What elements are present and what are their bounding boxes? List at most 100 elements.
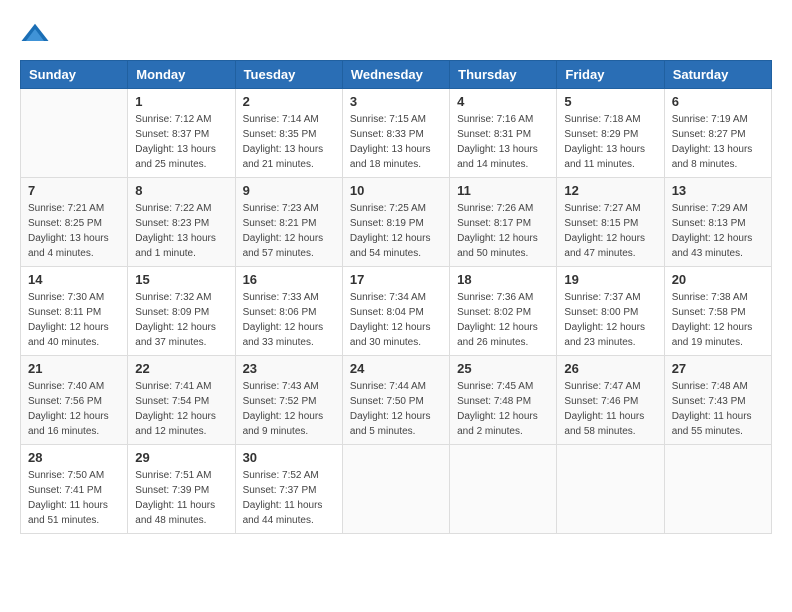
day-number: 15	[135, 272, 227, 287]
calendar-cell: 12Sunrise: 7:27 AMSunset: 8:15 PMDayligh…	[557, 178, 664, 267]
day-number: 6	[672, 94, 764, 109]
calendar-cell: 15 Sunrise: 7:32 AMSunset: 8:09 PMDayligh…	[128, 267, 235, 356]
day-number: 11	[457, 183, 549, 198]
day-info: Sunrise: 7:44 AMSunset: 7:50 PMDaylight:…	[350, 379, 442, 439]
day-number: 10	[350, 183, 442, 198]
calendar-header-monday: Monday	[128, 61, 235, 89]
calendar-cell	[21, 89, 128, 178]
day-number: 13	[672, 183, 764, 198]
calendar-cell: 14 Sunrise: 7:30 AMSunset: 8:11 PMDayligh…	[21, 267, 128, 356]
day-info: Sunrise: 7:14 AMSunset: 8:35 PMDaylight:…	[243, 112, 335, 172]
day-info: Sunrise: 7:29 AMSunset: 8:13 PMDaylight:…	[672, 201, 764, 261]
calendar-cell: 16 Sunrise: 7:33 AMSunset: 8:06 PMDayligh…	[235, 267, 342, 356]
calendar-cell	[664, 445, 771, 534]
calendar-header-saturday: Saturday	[664, 61, 771, 89]
day-number: 17	[350, 272, 442, 287]
calendar-cell: 24Sunrise: 7:44 AMSunset: 7:50 PMDayligh…	[342, 356, 449, 445]
day-info: Sunrise: 7:33 AMSunset: 8:06 PMDaylight:…	[243, 290, 335, 350]
calendar-week-row: 28 Sunrise: 7:50 AMSunset: 7:41 PMDayligh…	[21, 445, 772, 534]
calendar-cell: 11 Sunrise: 7:26 AMSunset: 8:17 PMDayligh…	[450, 178, 557, 267]
day-info: Sunrise: 7:16 AMSunset: 8:31 PMDaylight:…	[457, 112, 549, 172]
day-number: 22	[135, 361, 227, 376]
day-info: Sunrise: 7:45 AMSunset: 7:48 PMDaylight:…	[457, 379, 549, 439]
day-info: Sunrise: 7:43 AMSunset: 7:52 PMDaylight:…	[243, 379, 335, 439]
calendar-cell	[557, 445, 664, 534]
day-info: Sunrise: 7:19 AMSunset: 8:27 PMDaylight:…	[672, 112, 764, 172]
day-number: 14	[28, 272, 120, 287]
calendar-cell: 8 Sunrise: 7:22 AMSunset: 8:23 PMDaylight…	[128, 178, 235, 267]
calendar-header-wednesday: Wednesday	[342, 61, 449, 89]
calendar-table: SundayMondayTuesdayWednesdayThursdayFrid…	[20, 60, 772, 534]
calendar-cell: 19Sunrise: 7:37 AMSunset: 8:00 PMDayligh…	[557, 267, 664, 356]
day-info: Sunrise: 7:25 AMSunset: 8:19 PMDaylight:…	[350, 201, 442, 261]
day-number: 2	[243, 94, 335, 109]
calendar-cell: 5 Sunrise: 7:18 AMSunset: 8:29 PMDaylight…	[557, 89, 664, 178]
day-number: 20	[672, 272, 764, 287]
calendar-cell: 21Sunrise: 7:40 AMSunset: 7:56 PMDayligh…	[21, 356, 128, 445]
day-number: 26	[564, 361, 656, 376]
day-number: 29	[135, 450, 227, 465]
calendar-cell: 28 Sunrise: 7:50 AMSunset: 7:41 PMDayligh…	[21, 445, 128, 534]
logo	[20, 20, 54, 50]
calendar-cell: 7 Sunrise: 7:21 AMSunset: 8:25 PMDaylight…	[21, 178, 128, 267]
calendar-cell: 20 Sunrise: 7:38 AMSunset: 7:58 PMDayligh…	[664, 267, 771, 356]
calendar-cell: 29Sunrise: 7:51 AMSunset: 7:39 PMDayligh…	[128, 445, 235, 534]
calendar-cell	[450, 445, 557, 534]
calendar-cell: 13 Sunrise: 7:29 AMSunset: 8:13 PMDayligh…	[664, 178, 771, 267]
day-info: Sunrise: 7:52 AMSunset: 7:37 PMDaylight:…	[243, 468, 335, 528]
day-number: 9	[243, 183, 335, 198]
calendar-week-row: 1 Sunrise: 7:12 AMSunset: 8:37 PMDaylight…	[21, 89, 772, 178]
day-number: 7	[28, 183, 120, 198]
calendar-week-row: 7 Sunrise: 7:21 AMSunset: 8:25 PMDaylight…	[21, 178, 772, 267]
calendar-cell: 1 Sunrise: 7:12 AMSunset: 8:37 PMDaylight…	[128, 89, 235, 178]
calendar-cell: 17 Sunrise: 7:34 AMSunset: 8:04 PMDayligh…	[342, 267, 449, 356]
day-number: 8	[135, 183, 227, 198]
day-info: Sunrise: 7:38 AMSunset: 7:58 PMDaylight:…	[672, 290, 764, 350]
calendar-cell	[342, 445, 449, 534]
day-number: 18	[457, 272, 549, 287]
day-info: Sunrise: 7:15 AMSunset: 8:33 PMDaylight:…	[350, 112, 442, 172]
calendar-week-row: 21Sunrise: 7:40 AMSunset: 7:56 PMDayligh…	[21, 356, 772, 445]
day-number: 30	[243, 450, 335, 465]
day-info: Sunrise: 7:47 AMSunset: 7:46 PMDaylight:…	[564, 379, 656, 439]
calendar-cell: 18 Sunrise: 7:36 AMSunset: 8:02 PMDayligh…	[450, 267, 557, 356]
calendar-header-tuesday: Tuesday	[235, 61, 342, 89]
day-info: Sunrise: 7:50 AMSunset: 7:41 PMDaylight:…	[28, 468, 120, 528]
day-number: 1	[135, 94, 227, 109]
calendar-cell: 27Sunrise: 7:48 AMSunset: 7:43 PMDayligh…	[664, 356, 771, 445]
logo-icon	[20, 20, 50, 50]
calendar-cell: 26 Sunrise: 7:47 AMSunset: 7:46 PMDayligh…	[557, 356, 664, 445]
day-number: 25	[457, 361, 549, 376]
day-info: Sunrise: 7:22 AMSunset: 8:23 PMDaylight:…	[135, 201, 227, 261]
day-number: 28	[28, 450, 120, 465]
calendar-cell: 3Sunrise: 7:15 AMSunset: 8:33 PMDaylight…	[342, 89, 449, 178]
day-info: Sunrise: 7:27 AMSunset: 8:15 PMDaylight:…	[564, 201, 656, 261]
day-info: Sunrise: 7:26 AMSunset: 8:17 PMDaylight:…	[457, 201, 549, 261]
day-info: Sunrise: 7:48 AMSunset: 7:43 PMDaylight:…	[672, 379, 764, 439]
calendar-cell: 30 Sunrise: 7:52 AMSunset: 7:37 PMDayligh…	[235, 445, 342, 534]
calendar-cell: 22Sunrise: 7:41 AMSunset: 7:54 PMDayligh…	[128, 356, 235, 445]
calendar-cell: 6 Sunrise: 7:19 AMSunset: 8:27 PMDaylight…	[664, 89, 771, 178]
page-header	[20, 20, 772, 50]
day-number: 5	[564, 94, 656, 109]
day-info: Sunrise: 7:12 AMSunset: 8:37 PMDaylight:…	[135, 112, 227, 172]
day-info: Sunrise: 7:21 AMSunset: 8:25 PMDaylight:…	[28, 201, 120, 261]
calendar-header-friday: Friday	[557, 61, 664, 89]
day-info: Sunrise: 7:30 AMSunset: 8:11 PMDaylight:…	[28, 290, 120, 350]
day-info: Sunrise: 7:18 AMSunset: 8:29 PMDaylight:…	[564, 112, 656, 172]
day-info: Sunrise: 7:36 AMSunset: 8:02 PMDaylight:…	[457, 290, 549, 350]
day-number: 4	[457, 94, 549, 109]
calendar-cell: 2 Sunrise: 7:14 AMSunset: 8:35 PMDaylight…	[235, 89, 342, 178]
day-info: Sunrise: 7:40 AMSunset: 7:56 PMDaylight:…	[28, 379, 120, 439]
calendar-cell: 4 Sunrise: 7:16 AMSunset: 8:31 PMDaylight…	[450, 89, 557, 178]
calendar-header-thursday: Thursday	[450, 61, 557, 89]
day-info: Sunrise: 7:34 AMSunset: 8:04 PMDaylight:…	[350, 290, 442, 350]
calendar-cell: 9 Sunrise: 7:23 AMSunset: 8:21 PMDaylight…	[235, 178, 342, 267]
day-number: 19	[564, 272, 656, 287]
day-info: Sunrise: 7:23 AMSunset: 8:21 PMDaylight:…	[243, 201, 335, 261]
day-number: 16	[243, 272, 335, 287]
calendar-cell: 23Sunrise: 7:43 AMSunset: 7:52 PMDayligh…	[235, 356, 342, 445]
calendar-week-row: 14 Sunrise: 7:30 AMSunset: 8:11 PMDayligh…	[21, 267, 772, 356]
day-info: Sunrise: 7:32 AMSunset: 8:09 PMDaylight:…	[135, 290, 227, 350]
calendar-header-row: SundayMondayTuesdayWednesdayThursdayFrid…	[21, 61, 772, 89]
